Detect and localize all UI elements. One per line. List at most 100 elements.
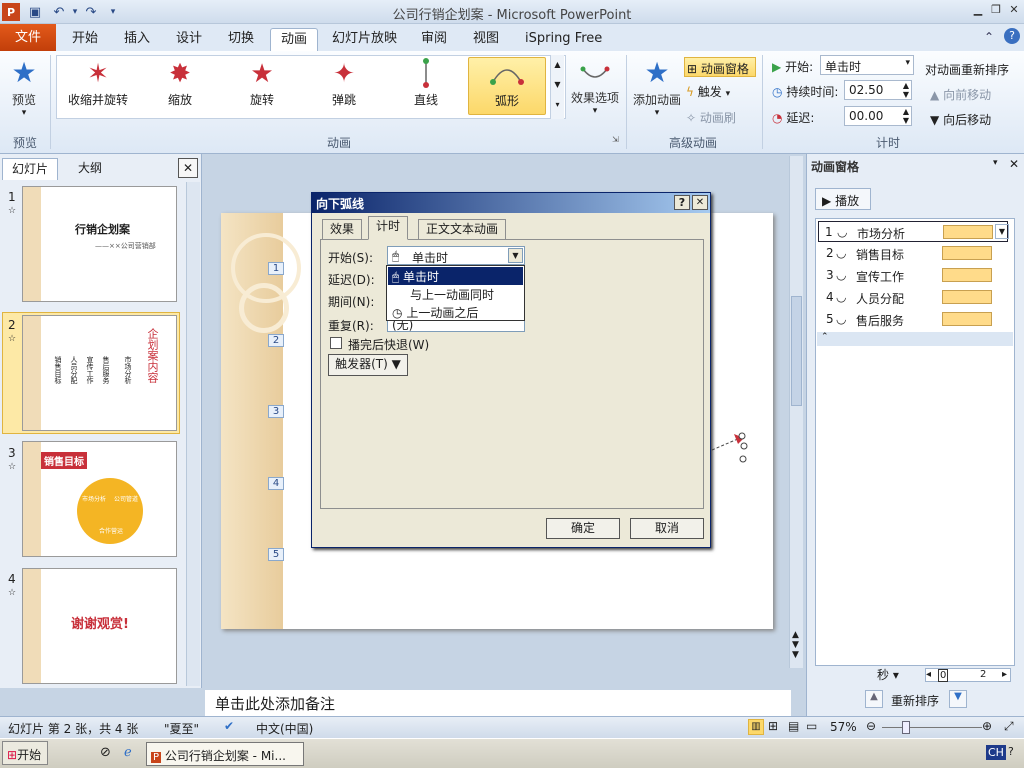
animation-tag[interactable]: 1 (268, 262, 284, 275)
dialog-launcher-icon[interactable]: ⇲ (612, 135, 619, 144)
zoom-level[interactable]: 57% (830, 720, 857, 734)
anim-list-item-2[interactable]: 2 ◡ 销售目标 (818, 243, 1008, 264)
dialog-tab-effect[interactable]: 效果 (322, 219, 363, 239)
dialog-help-icon[interactable]: ? (674, 195, 690, 210)
reading-view-icon[interactable]: ▤ (788, 719, 799, 733)
minimize-icon[interactable]: ▁ (968, 2, 988, 19)
slide-thumbnail-3[interactable]: 销售目标 市场分析 公司管道 合作营运 (22, 441, 177, 557)
anim-list-item-5[interactable]: 5 ◡ 售后服务 (818, 309, 1008, 330)
option-with-previous[interactable]: 与上一动画同时 (388, 285, 523, 303)
tab-ispring[interactable]: iSpring Free (515, 28, 612, 51)
animation-tag[interactable]: 5 (268, 548, 284, 561)
tab-insert[interactable]: 插入 (114, 28, 160, 51)
language[interactable]: 中文(中国) (256, 720, 313, 737)
effect-line[interactable]: 直线 (387, 57, 465, 115)
effect-spin[interactable]: ★ 旋转 (223, 57, 301, 115)
effect-shrink-turn[interactable]: ✶ 收缩并旋转 (59, 57, 137, 115)
effect-zoom[interactable]: ✸ 缩放 (141, 57, 219, 115)
dropdown-arrow-icon[interactable]: ▼ (508, 248, 523, 263)
dlg-start-select[interactable]: 🖱 单击时 ▼ (387, 246, 525, 265)
timeline-right-icon[interactable]: ▸ (1002, 669, 1007, 680)
tab-slideshow[interactable]: 幻灯片放映 (322, 28, 407, 51)
slide-sorter-icon[interactable]: ⊞ (768, 719, 778, 733)
reorder-up-icon[interactable]: ▲ (865, 690, 883, 708)
rewind-checkbox[interactable] (330, 337, 342, 349)
slide-thumbnail-1[interactable]: 行销企划案 ——××公司营销部 (22, 186, 177, 302)
motion-path-end-icon[interactable] (708, 424, 758, 464)
animation-pane-button[interactable]: ⊞ 动画窗格 (684, 57, 756, 77)
close-pane-icon[interactable]: ✕ (1009, 157, 1019, 171)
fit-window-icon[interactable]: ⤢ (1004, 719, 1014, 734)
dialog-close-icon[interactable]: ✕ (692, 195, 708, 210)
zoom-slider-track[interactable] (882, 727, 982, 728)
close-panel-icon[interactable]: ✕ (178, 158, 198, 178)
effect-arc[interactable]: 弧形 (468, 57, 546, 115)
zoom-slider-thumb[interactable] (902, 721, 910, 734)
help-icon[interactable]: ? (1004, 28, 1020, 44)
cancel-button[interactable]: 取消 (630, 518, 704, 539)
pane-menu-icon[interactable]: ▾ (993, 158, 998, 168)
seconds-dropdown[interactable]: 秒 ▾ (877, 666, 899, 683)
option-after-previous[interactable]: ◷ 上一动画之后 (388, 303, 523, 321)
start-select[interactable]: 单击时 ▾ (820, 55, 914, 75)
ime-indicator[interactable]: CH (986, 745, 1006, 760)
move-earlier-button[interactable]: ▲ 向前移动 (930, 86, 991, 103)
zoom-in-icon[interactable]: ⊕ (982, 719, 992, 733)
move-later-button[interactable]: ▼ 向后移动 (930, 111, 991, 128)
theme-name[interactable]: "夏至" (164, 720, 199, 737)
tab-transitions[interactable]: 切换 (218, 28, 264, 51)
slide-scrollbar[interactable]: ▲ ▼ ▼ (789, 156, 803, 668)
animation-painter-button[interactable]: ✧ 动画刷 (686, 109, 736, 126)
minimize-ribbon-icon[interactable]: ⌃ (984, 30, 994, 44)
duration-input[interactable]: 02.50 ▲ ▼ (844, 80, 912, 100)
play-button[interactable]: ▶ 播放 (815, 188, 871, 210)
animation-tag[interactable]: 4 (268, 477, 284, 490)
gallery-scroll[interactable]: ▲ ▼ ▾ (550, 55, 564, 119)
effect-options-button[interactable]: 效果选项 ▾ (568, 55, 622, 121)
help-question-icon[interactable]: ? (1008, 745, 1014, 758)
spell-check-icon[interactable]: ✔ (224, 719, 234, 733)
tab-animations[interactable]: 动画 (270, 28, 319, 51)
item-dropdown-icon[interactable]: ▼ (995, 224, 1009, 239)
start-button[interactable]: ⊞开始 (2, 741, 48, 765)
tab-slides[interactable]: 幻灯片 (2, 158, 58, 180)
slides-scrollbar[interactable] (186, 182, 200, 686)
option-on-click[interactable]: 🖱 单击时 (388, 267, 523, 285)
ie-icon[interactable]: ℯ (124, 745, 132, 760)
add-animation-button[interactable]: ★ 添加动画 ▾ (630, 55, 684, 121)
animation-tag[interactable]: 3 (268, 405, 284, 418)
slide-thumbnail-4[interactable]: 谢谢观赏! (22, 568, 177, 684)
trigger-button[interactable]: ϟ 触发 ▾ (686, 83, 730, 100)
dialog-tab-timing[interactable]: 计时 (368, 216, 409, 240)
delay-input[interactable]: 00.00 ▲ ▼ (844, 106, 912, 126)
tab-home[interactable]: 开始 (62, 28, 108, 51)
anim-list-item-1[interactable]: 1 ◡ 市场分析 ▼ (818, 221, 1009, 242)
zoom-out-icon[interactable]: ⊖ (866, 719, 876, 733)
tab-file[interactable]: 文件 (0, 24, 56, 51)
slideshow-view-icon[interactable]: ▭ (806, 719, 817, 733)
tab-review[interactable]: 审阅 (411, 28, 457, 51)
slide-thumbnail-2[interactable]: 企划案内容 销售目标 人员分配 宣传工作 售后服务 市场分析 (22, 315, 177, 431)
tab-view[interactable]: 视图 (463, 28, 509, 51)
spinner-icon[interactable]: ▲ ▼ (903, 107, 909, 125)
ok-button[interactable]: 确定 (546, 518, 620, 539)
timeline-left-icon[interactable]: ◂ (926, 669, 931, 680)
timeline-ruler[interactable]: ◂ 0 2 ▸ (925, 668, 1011, 682)
dialog-tab-text-animation[interactable]: 正文文本动画 (418, 219, 507, 239)
tab-design[interactable]: 设计 (166, 28, 212, 51)
restore-icon[interactable]: ❐ (986, 2, 1006, 19)
close-icon[interactable]: ✕ (1004, 2, 1024, 19)
quicklaunch-icon[interactable]: ⊘ (100, 745, 111, 760)
spinner-icon[interactable]: ▲ ▼ (903, 81, 909, 99)
anim-list-item-4[interactable]: 4 ◡ 人员分配 (818, 287, 1008, 308)
trigger-dialog-button[interactable]: 触发器(T) ▼ (328, 354, 408, 376)
prev-next-slide-icon[interactable]: ▲ ▼ ▼ (792, 630, 799, 660)
anim-list-item-3[interactable]: 3 ◡ 宣传工作 (818, 265, 1008, 286)
tab-outline[interactable]: 大纲 (62, 158, 118, 180)
taskbar-powerpoint-task[interactable]: P 公司行销企划案 - Mi... (146, 742, 304, 766)
animation-tag[interactable]: 2 (268, 334, 284, 347)
reorder-down-icon[interactable]: ▼ (949, 690, 967, 708)
preview-button[interactable]: ★ 预览 ▾ (4, 55, 44, 121)
collapse-list-icon[interactable]: ⌃ (817, 332, 1013, 346)
effect-bounce[interactable]: ✦ 弹跳 (305, 57, 383, 115)
